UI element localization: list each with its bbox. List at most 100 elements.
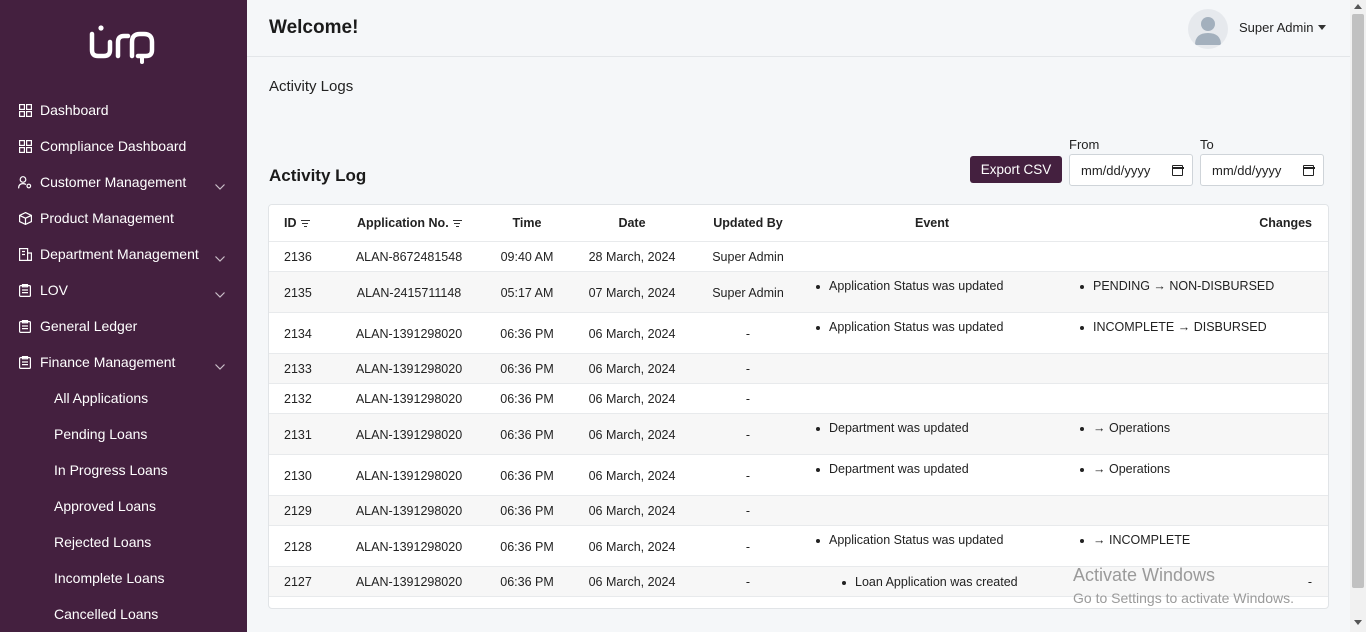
- calendar-icon[interactable]: [1302, 165, 1315, 176]
- cell-changes: → INCOMPLETE: [1079, 533, 1191, 547]
- cell-event: Application Status was updated: [815, 320, 1004, 334]
- cell-updated-by: -: [745, 469, 751, 483]
- column-header-id[interactable]: ID: [284, 216, 310, 230]
- sidebar-nav: Dashboard Compliance Dashboard Customer …: [0, 92, 247, 632]
- table-row: 2133 ALAN-1391298020 06:36 PM 06 March, 202…: [269, 354, 1328, 384]
- to-date-label: To: [1200, 137, 1214, 152]
- brand-logo[interactable]: [86, 20, 160, 64]
- cell-id: 2133: [284, 362, 312, 376]
- cell-time: 06:36 PM: [500, 504, 554, 518]
- sidebar-item-department-management[interactable]: Department Management: [0, 236, 247, 272]
- cell-changes: -: [1307, 575, 1312, 589]
- cell-updated-by: -: [745, 362, 751, 376]
- clipboard-icon: [18, 355, 32, 369]
- cell-changes: INCOMPLETE → DISBURSED: [1080, 320, 1267, 334]
- cell-application-no: ALAN-2415711148: [356, 286, 462, 300]
- cell-time: 05:17 AM: [500, 286, 554, 300]
- cell-application-no: ALAN-1391298020: [355, 504, 463, 518]
- sidebar-item-finance-management[interactable]: Finance Management: [0, 344, 247, 380]
- to-date-input[interactable]: mm/dd/yyyy: [1200, 154, 1324, 186]
- cell-application-no: ALAN-1391298020: [355, 540, 463, 554]
- sidebar-item-product-management[interactable]: Product Management: [0, 200, 247, 236]
- sort-icon[interactable]: [452, 220, 462, 228]
- chevron-down-icon[interactable]: [215, 249, 225, 262]
- page-scrollbar[interactable]: [1350, 0, 1366, 632]
- cell-time: 09:40 AM: [500, 250, 554, 264]
- cell-changes: → Operations: [1079, 462, 1171, 476]
- sidebar-item-general-ledger[interactable]: General Ledger: [0, 308, 247, 344]
- cell-time: 06:36 PM: [500, 362, 554, 376]
- avatar[interactable]: [1188, 9, 1228, 49]
- cell-id: 2135: [284, 286, 312, 300]
- windows-activation-watermark-text: Go to Settings to activate Windows.: [1073, 590, 1294, 606]
- chevron-down-icon[interactable]: [215, 357, 225, 370]
- cell-time: 06:36 PM: [500, 469, 554, 483]
- cell-id: 2129: [284, 504, 312, 518]
- scroll-down-arrow-icon[interactable]: [1354, 620, 1362, 625]
- from-date-input[interactable]: mm/dd/yyyy: [1069, 154, 1193, 186]
- cell-time: 06:36 PM: [500, 575, 554, 589]
- cell-id: 2131: [284, 428, 312, 442]
- cell-updated-by: -: [745, 575, 751, 589]
- sidebar-item-label: Product Management: [40, 210, 174, 226]
- cell-time: 06:36 PM: [500, 327, 554, 341]
- table-row: 2130 ALAN-1391298020 06:36 PM 06 March, 202…: [269, 455, 1328, 496]
- cell-time: 06:36 PM: [500, 428, 554, 442]
- column-header-changes: Changes: [1259, 216, 1312, 230]
- table-row: 2136 ALAN-8672481548 09:40 AM 28 March, 202…: [269, 242, 1328, 272]
- sidebar-subitem-cancelled-loans[interactable]: Cancelled Loans: [0, 596, 247, 632]
- sidebar-item-dashboard[interactable]: Dashboard: [0, 92, 247, 128]
- sidebar-subitem-incomplete-loans[interactable]: Incomplete Loans: [0, 560, 247, 596]
- cell-date: 06 March, 2024: [588, 392, 676, 406]
- export-csv-button[interactable]: Export CSV: [970, 156, 1062, 183]
- section-title: Activity Log: [269, 166, 367, 185]
- page-welcome-title: Welcome!: [269, 17, 359, 38]
- cell-date: 06 March, 2024: [588, 327, 676, 341]
- calendar-icon[interactable]: [1171, 165, 1184, 176]
- sidebar-item-label: General Ledger: [40, 318, 138, 334]
- sort-icon[interactable]: [300, 220, 310, 228]
- cell-updated-by: -: [745, 428, 751, 442]
- sidebar-item-lov[interactable]: LOV: [0, 272, 247, 308]
- cell-application-no: ALAN-8672481548: [355, 250, 463, 264]
- sidebar-item-label: Compliance Dashboard: [40, 138, 187, 154]
- scroll-up-arrow-icon[interactable]: [1354, 4, 1362, 9]
- cell-date: 06 March, 2024: [588, 428, 676, 442]
- windows-activation-watermark-title: Activate Windows: [1073, 565, 1216, 585]
- sidebar-subitem-pending-loans[interactable]: Pending Loans: [0, 416, 247, 452]
- chevron-down-icon[interactable]: [215, 177, 225, 190]
- sidebar-item-label: Finance Management: [40, 354, 176, 370]
- sidebar-subitem-all-applications[interactable]: All Applications: [0, 380, 247, 416]
- cell-application-no: ALAN-1391298020: [355, 428, 463, 442]
- column-header-date: Date: [618, 216, 646, 230]
- cell-updated-by: -: [745, 504, 751, 518]
- cell-changes: PENDING → NON-DISBURSED: [1079, 279, 1275, 293]
- sidebar-item-label: Dashboard: [40, 102, 109, 118]
- cell-date: 07 March, 2024: [588, 286, 676, 300]
- sidebar-subitem-in-progress-loans[interactable]: In Progress Loans: [0, 452, 247, 488]
- cell-application-no: ALAN-1391298020: [355, 392, 463, 406]
- sidebar-item-compliance-dashboard[interactable]: Compliance Dashboard: [0, 128, 247, 164]
- cell-date: 06 March, 2024: [588, 540, 676, 554]
- sidebar-subitem-approved-loans[interactable]: Approved Loans: [0, 488, 247, 524]
- activity-log-table: ID Application No. Time Date Updated By …: [268, 204, 1329, 609]
- user-gear-icon: [18, 175, 32, 189]
- scrollbar-thumb[interactable]: [1352, 14, 1364, 588]
- sidebar-subitem-rejected-loans[interactable]: Rejected Loans: [0, 524, 247, 560]
- table-row: 2128 ALAN-1391298020 06:36 PM 06 March, 202…: [269, 526, 1328, 567]
- caret-down-icon[interactable]: [1318, 25, 1326, 30]
- table-row: 2129 ALAN-1391298020 06:36 PM 06 March, 202…: [269, 496, 1328, 526]
- sidebar-item-customer-management[interactable]: Customer Management: [0, 164, 247, 200]
- cell-event: Loan Application was created: [842, 575, 1018, 589]
- table-row: 2131 ALAN-1391298020 06:36 PM 06 March, 202…: [269, 414, 1328, 455]
- chevron-down-icon[interactable]: [215, 285, 225, 298]
- date-placeholder: mm/dd/yyyy: [1081, 162, 1151, 178]
- cell-id: 2128: [284, 540, 312, 554]
- column-header-application-no[interactable]: Application No.: [357, 216, 462, 230]
- table-row: 2135 ALAN-2415711148 05:17 AM 07 March, 202…: [269, 272, 1328, 313]
- user-menu-name[interactable]: Super Admin: [1239, 20, 1313, 35]
- cell-event: Application Status was updated: [815, 279, 1004, 293]
- building-icon: [18, 247, 32, 261]
- sidebar-item-label: Department Management: [40, 246, 199, 262]
- sidebar-item-label: Customer Management: [40, 174, 187, 190]
